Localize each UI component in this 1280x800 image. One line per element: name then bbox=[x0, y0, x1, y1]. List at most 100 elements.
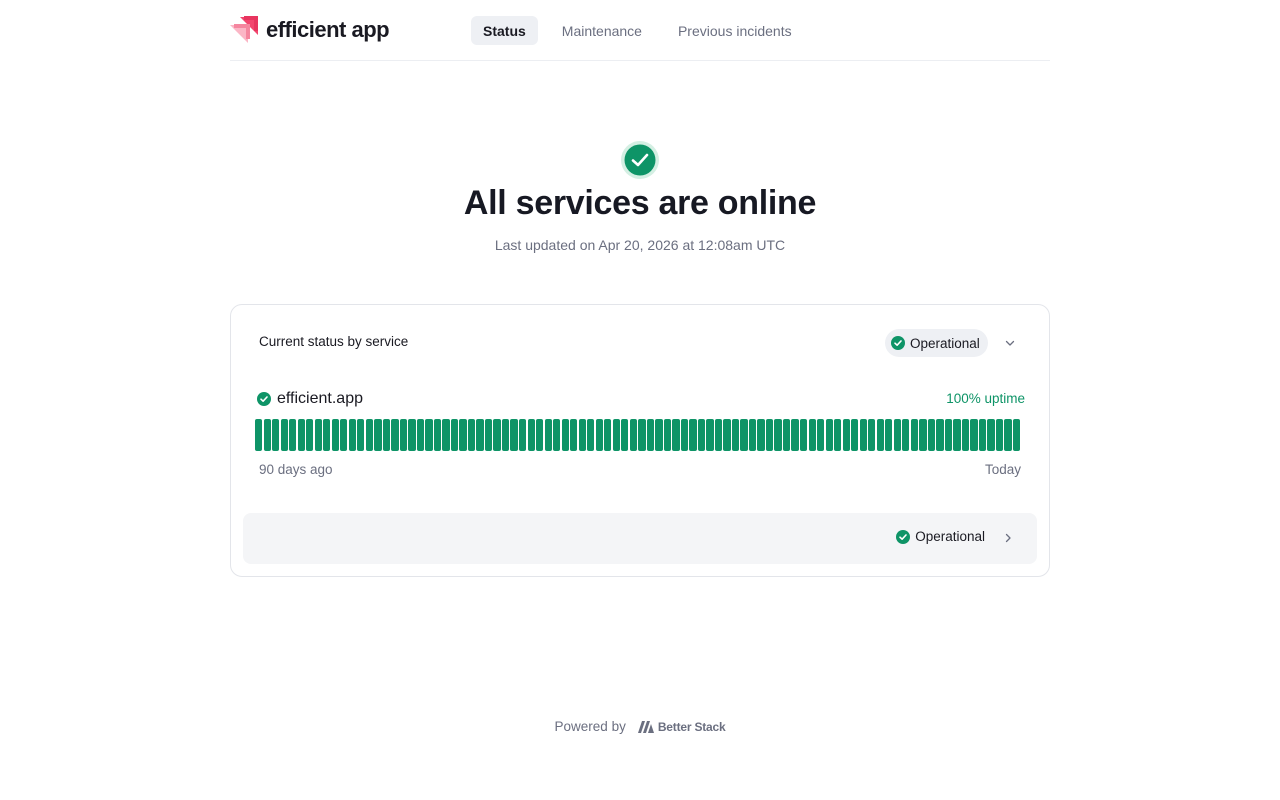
uptime-day-bar[interactable] bbox=[314, 419, 322, 451]
uptime-day-bar[interactable] bbox=[374, 419, 382, 451]
uptime-day-bar[interactable] bbox=[297, 419, 305, 451]
uptime-day-bar[interactable] bbox=[467, 419, 476, 451]
uptime-day-bar[interactable] bbox=[450, 419, 459, 451]
uptime-day-bar[interactable] bbox=[851, 419, 859, 451]
uptime-day-bar[interactable] bbox=[885, 419, 893, 451]
uptime-day-bar[interactable] bbox=[740, 419, 748, 451]
uptime-day-bar[interactable] bbox=[825, 419, 833, 451]
uptime-day-bar[interactable] bbox=[748, 419, 757, 451]
uptime-day-bar[interactable] bbox=[553, 419, 561, 451]
uptime-day-bar[interactable] bbox=[348, 419, 356, 451]
uptime-day-bar[interactable] bbox=[842, 419, 850, 451]
uptime-day-bar[interactable] bbox=[484, 419, 493, 451]
uptime-day-bar[interactable] bbox=[561, 419, 569, 451]
uptime-day-bar[interactable] bbox=[723, 419, 731, 451]
overall-status-badge[interactable]: Operational bbox=[885, 329, 988, 357]
uptime-day-bar[interactable] bbox=[357, 419, 365, 451]
tab-previous-incidents[interactable]: Previous incidents bbox=[666, 16, 804, 45]
uptime-day-bar[interactable] bbox=[987, 419, 995, 451]
uptime-day-bar[interactable] bbox=[800, 419, 808, 451]
uptime-day-bar[interactable] bbox=[442, 419, 450, 451]
uptime-day-bar[interactable] bbox=[834, 419, 842, 451]
uptime-day-bar[interactable] bbox=[808, 419, 816, 451]
uptime-day-bar[interactable] bbox=[459, 419, 467, 451]
uptime-day-bar[interactable] bbox=[893, 419, 901, 451]
uptime-day-bar[interactable] bbox=[570, 419, 578, 451]
uptime-day-bar[interactable] bbox=[765, 419, 774, 451]
vendor-name: Better Stack bbox=[657, 719, 726, 734]
uptime-day-bar[interactable] bbox=[306, 419, 314, 451]
better-stack-link[interactable]: Better Stack bbox=[637, 719, 726, 734]
uptime-day-bar[interactable] bbox=[365, 419, 373, 451]
uptime-day-bar[interactable] bbox=[518, 419, 527, 451]
uptime-day-bar[interactable] bbox=[782, 419, 791, 451]
uptime-day-bar[interactable] bbox=[587, 419, 595, 451]
uptime-day-bar[interactable] bbox=[382, 419, 391, 451]
uptime-day-bar[interactable] bbox=[1004, 419, 1012, 451]
uptime-day-bar[interactable] bbox=[595, 419, 603, 451]
uptime-day-bar[interactable] bbox=[399, 419, 408, 451]
uptime-day-bar[interactable] bbox=[680, 419, 689, 451]
uptime-day-bar[interactable] bbox=[425, 419, 433, 451]
uptime-day-bar[interactable] bbox=[544, 419, 552, 451]
uptime-day-bar[interactable] bbox=[391, 419, 399, 451]
uptime-day-bar[interactable] bbox=[731, 419, 740, 451]
uptime-day-bar[interactable] bbox=[919, 419, 927, 451]
uptime-day-bar[interactable] bbox=[927, 419, 936, 451]
uptime-day-bar[interactable] bbox=[978, 419, 987, 451]
tab-status[interactable]: Status bbox=[471, 16, 538, 45]
uptime-day-bar[interactable] bbox=[476, 419, 484, 451]
uptime-day-bar[interactable] bbox=[272, 419, 280, 451]
uptime-day-bar[interactable] bbox=[995, 419, 1004, 451]
uptime-day-bar[interactable] bbox=[629, 419, 637, 451]
uptime-day-bar[interactable] bbox=[493, 419, 501, 451]
uptime-day-bar[interactable] bbox=[646, 419, 655, 451]
uptime-day-bar[interactable] bbox=[757, 419, 765, 451]
uptime-day-bar[interactable] bbox=[697, 419, 706, 451]
uptime-day-bar[interactable] bbox=[510, 419, 518, 451]
uptime-day-bar[interactable] bbox=[340, 419, 348, 451]
uptime-day-bar[interactable] bbox=[1012, 419, 1021, 451]
uptime-day-bar[interactable] bbox=[408, 419, 416, 451]
service-group-row[interactable]: Operational bbox=[243, 513, 1037, 564]
uptime-day-bar[interactable] bbox=[416, 419, 425, 451]
uptime-day-bar[interactable] bbox=[859, 419, 867, 451]
chevron-down-icon[interactable] bbox=[1003, 336, 1017, 350]
uptime-day-bar[interactable] bbox=[289, 419, 297, 451]
uptime-day-bar[interactable] bbox=[961, 419, 970, 451]
uptime-day-bar[interactable] bbox=[536, 419, 544, 451]
uptime-day-bar[interactable] bbox=[433, 419, 442, 451]
uptime-day-bar[interactable] bbox=[902, 419, 910, 451]
uptime-day-bar[interactable] bbox=[655, 419, 663, 451]
uptime-day-bar[interactable] bbox=[774, 419, 782, 451]
uptime-day-bar[interactable] bbox=[936, 419, 944, 451]
uptime-day-bar[interactable] bbox=[706, 419, 714, 451]
uptime-day-bar[interactable] bbox=[970, 419, 978, 451]
uptime-day-bar[interactable] bbox=[876, 419, 884, 451]
tab-maintenance[interactable]: Maintenance bbox=[550, 16, 654, 45]
uptime-day-bar[interactable] bbox=[689, 419, 697, 451]
uptime-day-bar[interactable] bbox=[604, 419, 612, 451]
uptime-day-bar[interactable] bbox=[263, 419, 271, 451]
uptime-day-bar[interactable] bbox=[331, 419, 339, 451]
uptime-day-bar[interactable] bbox=[953, 419, 961, 451]
uptime-day-bar[interactable] bbox=[663, 419, 672, 451]
uptime-day-bar[interactable] bbox=[944, 419, 953, 451]
uptime-day-bar[interactable] bbox=[672, 419, 680, 451]
uptime-day-bar[interactable] bbox=[817, 419, 825, 451]
uptime-day-bar[interactable] bbox=[791, 419, 799, 451]
uptime-day-bar[interactable] bbox=[868, 419, 876, 451]
uptime-day-bar[interactable] bbox=[612, 419, 620, 451]
uptime-day-bar[interactable] bbox=[638, 419, 646, 451]
uptime-day-bar[interactable] bbox=[714, 419, 723, 451]
uptime-day-bar[interactable] bbox=[578, 419, 586, 451]
uptime-day-bar[interactable] bbox=[910, 419, 918, 451]
chevron-right-icon[interactable] bbox=[1001, 531, 1015, 545]
uptime-day-bar[interactable] bbox=[527, 419, 535, 451]
uptime-day-bar[interactable] bbox=[280, 419, 288, 451]
brand-logo[interactable]: efficient app bbox=[230, 15, 390, 45]
uptime-day-bar[interactable] bbox=[501, 419, 510, 451]
uptime-day-bar[interactable] bbox=[323, 419, 331, 451]
uptime-day-bar[interactable] bbox=[621, 419, 629, 451]
uptime-day-bar[interactable] bbox=[255, 419, 263, 451]
